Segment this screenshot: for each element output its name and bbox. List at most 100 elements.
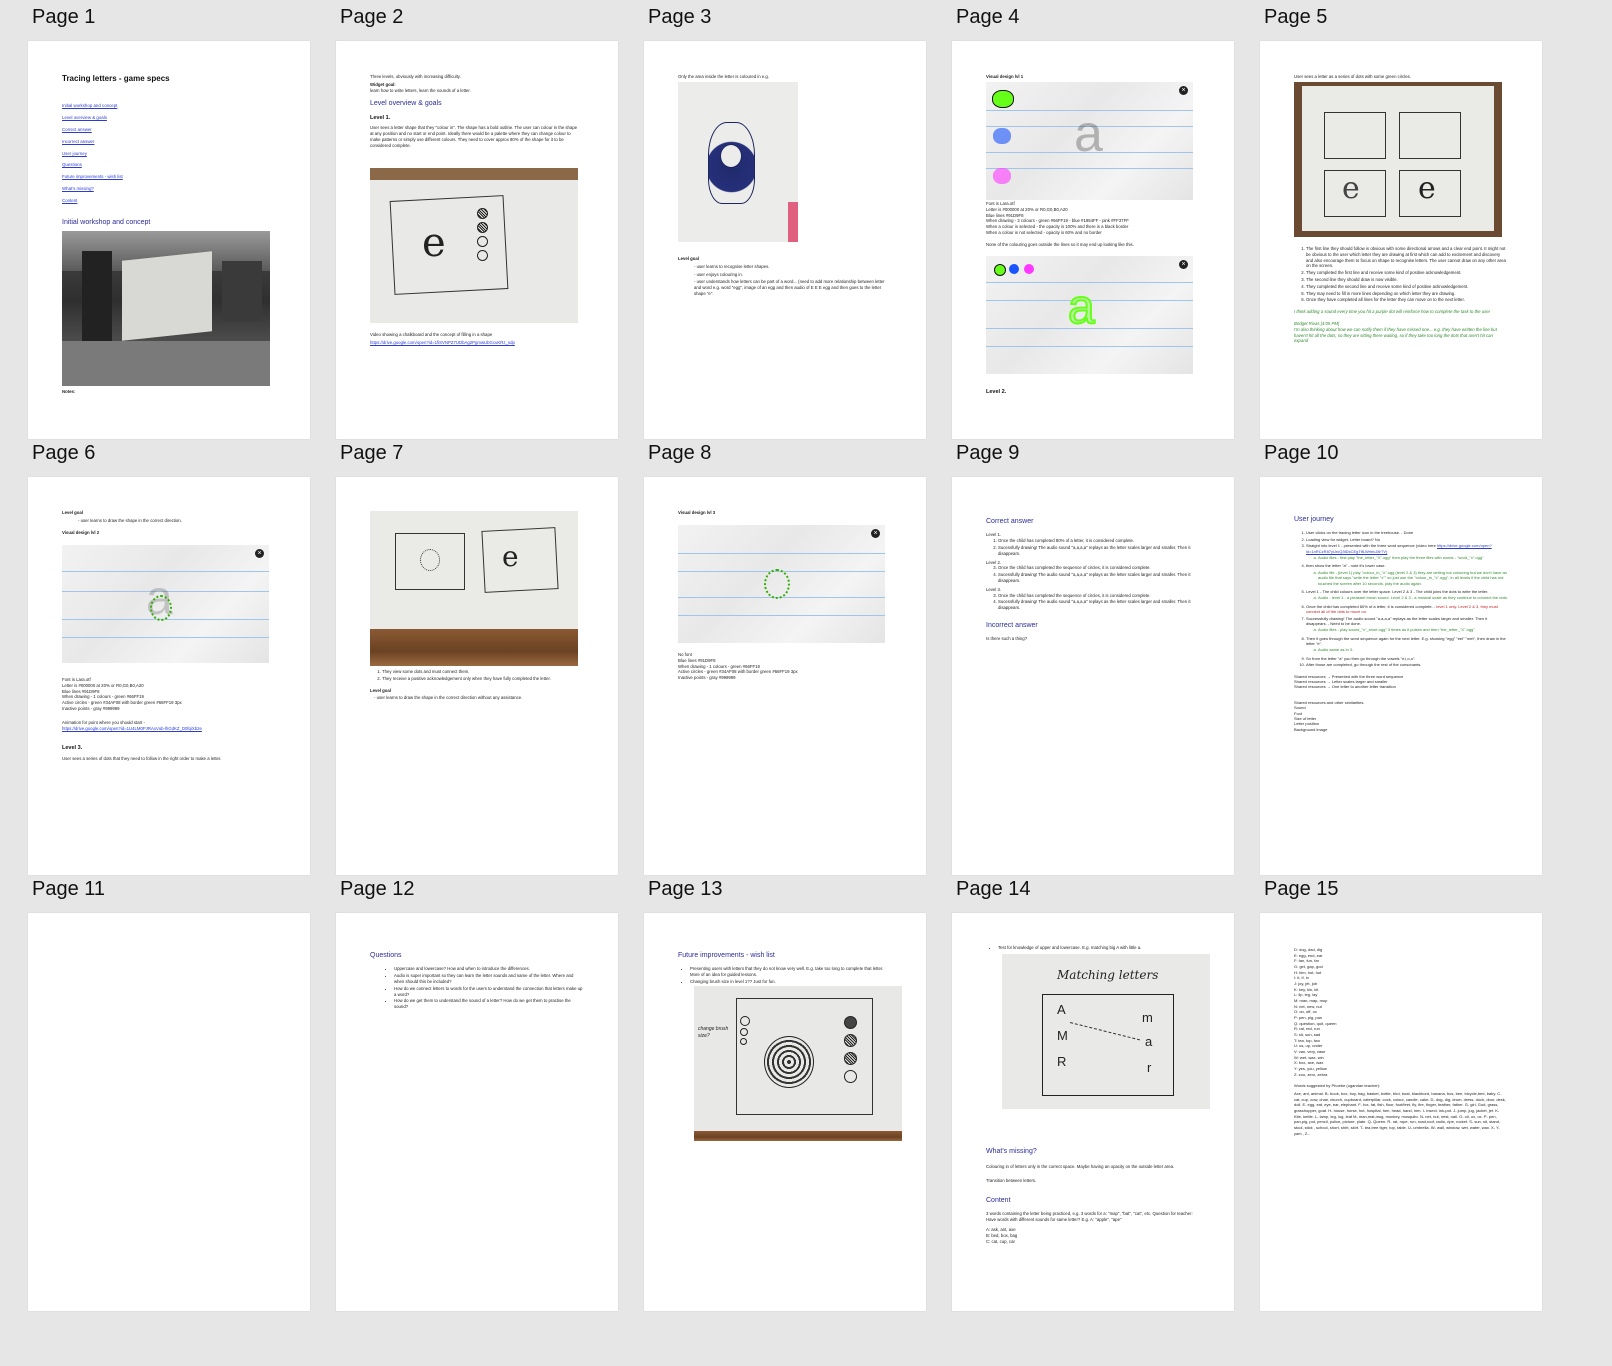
- body-text: Colouring in of letters only in the corr…: [986, 1164, 1175, 1170]
- wish-item: Test for knowledge of upper and lowercas…: [998, 945, 1200, 951]
- close-icon[interactable]: ×: [255, 549, 264, 558]
- step-item: They receive a positive acknowledgement …: [382, 676, 584, 682]
- toc-link[interactable]: Future improvements - wish list: [62, 174, 276, 180]
- blue-brush-icon[interactable]: [993, 128, 1011, 144]
- goal-item: - user enjoys colouring in.: [694, 271, 743, 277]
- page-sheet[interactable]: Test for knowledge of upper and lowercas…: [952, 913, 1234, 1311]
- dot-path: [764, 569, 790, 599]
- phoebe-word-list: Axe, ant, animal. B- book, box, boy, bag…: [1294, 1091, 1506, 1136]
- uppercase-letter: R: [1057, 1054, 1067, 1069]
- step-item: They may need to fill in more lines depe…: [1306, 291, 1508, 297]
- word-list-item: C: cat, cup, car: [986, 1238, 1015, 1244]
- page-sheet[interactable]: Only the area inside the letter is colou…: [644, 41, 926, 439]
- journey-step: User clicks on the tracing letter icon i…: [1306, 530, 1508, 535]
- page-label: Page 1: [32, 6, 96, 28]
- comment-text: I'm also thinking about how we can notif…: [1294, 326, 1497, 344]
- brush-size-sketch-photo: change brush size?: [694, 986, 902, 1141]
- close-icon[interactable]: ×: [871, 529, 880, 538]
- toc-link[interactable]: Questions: [62, 162, 276, 168]
- comment-text: I think adding a sound every time you hi…: [1294, 309, 1491, 315]
- page-sheet[interactable]: Correct answer Level 1. Once the child h…: [952, 477, 1234, 875]
- level-heading: Level 1.: [370, 114, 391, 121]
- toc-link[interactable]: Level overview & goals: [62, 115, 276, 121]
- page-sheet[interactable]: [28, 913, 310, 1311]
- goal-label: Level goal: [62, 510, 84, 515]
- page-label: Page 6: [32, 442, 96, 464]
- design-mockup-lvl3: ×: [678, 525, 885, 643]
- audio-note: Audio same as in 3.: [1318, 647, 1508, 652]
- wish-item: Presenting users with letters that they …: [690, 966, 892, 978]
- audio-note: Audio files - first play "the_letter_"X"…: [1318, 555, 1508, 560]
- body-text: User sees a series of dots that they nee…: [62, 755, 222, 761]
- section-heading: Incorrect answer: [986, 622, 1038, 629]
- section-heading: Content: [986, 1197, 1011, 1205]
- spec-line: When a colour is not selected - opacity …: [986, 229, 1102, 235]
- page-sheet[interactable]: User journey User clicks on the tracing …: [1260, 477, 1542, 875]
- goal-label: Level goal: [678, 256, 700, 261]
- page-sheet[interactable]: Questions Uppercase and lowercase? How a…: [336, 913, 618, 1311]
- toc-link[interactable]: Correct answer: [62, 127, 276, 133]
- question-item: Uppercase and lowercase? How and when to…: [394, 966, 584, 972]
- step-item: Once the child has completed 80% of a le…: [998, 538, 1200, 544]
- page-sheet[interactable]: Level goal - user learns to draw the sha…: [28, 477, 310, 875]
- step-item: Sucessfully drawing! The audio sound "a,…: [998, 545, 1200, 557]
- green-brush-icon[interactable]: [992, 90, 1014, 108]
- toc-link[interactable]: What's missing?: [62, 186, 276, 192]
- word-list: D: dog, dad, dig E: egg, end, ear F: fan, …: [1294, 947, 1508, 1077]
- notes-label: Notes:: [62, 389, 76, 394]
- journey-step: Level 1 - The child colours over the let…: [1306, 588, 1489, 594]
- journey-step: Straight into level 1 - presented with t…: [1306, 543, 1436, 549]
- page-sheet[interactable]: Visual design lvl 1 × a Font is Lara.otf…: [952, 41, 1234, 439]
- page-sheet[interactable]: D: dog, dad, dig E: egg, end, ear F: fan, …: [1260, 913, 1542, 1311]
- page-label: Page 7: [340, 442, 404, 464]
- section-heading: Future improvements - wish list: [678, 952, 775, 959]
- section-heading: Correct answer: [986, 518, 1034, 525]
- spec-line: Inactive points - gray #999999: [62, 705, 120, 711]
- step-item: They view some dots and must connect the…: [382, 669, 584, 675]
- page-label: Page 12: [340, 878, 415, 900]
- page-label: Page 3: [648, 6, 712, 28]
- wish-item: Changing brush size in level 1?? Just fo…: [690, 979, 892, 985]
- blue-colour-dot[interactable]: [1009, 264, 1019, 274]
- page-label: Page 13: [648, 878, 723, 900]
- sketch-note: change brush size?: [698, 1026, 729, 1039]
- close-icon[interactable]: ×: [1179, 86, 1188, 95]
- body-text: Three levels, obviously with increasing …: [370, 74, 461, 79]
- page-sheet[interactable]: Three levels, obviously with increasing …: [336, 41, 618, 439]
- step-item: They completed the second line and recei…: [1306, 284, 1508, 290]
- visual-design-title: Visual design lvl 3: [678, 510, 716, 515]
- page-sheet[interactable]: Future improvements - wish list Presenti…: [644, 913, 926, 1311]
- visual-design-title: Visual design lvl 2: [62, 529, 100, 535]
- question-item: How do we connect letters to words for t…: [394, 986, 584, 998]
- journey-step: After those are completed, go through th…: [1306, 662, 1508, 667]
- video-link[interactable]: https://drive.google.com/open?id=1fiSVNP…: [370, 340, 515, 345]
- page-sheet[interactable]: e They view some dots and must connect t…: [336, 477, 618, 875]
- toc-link[interactable]: Incorrect answer: [62, 139, 276, 145]
- toc-link[interactable]: Content: [62, 198, 276, 204]
- body-text: Is there such a thing?: [986, 636, 1028, 642]
- section-heading: Level overview & goals: [370, 100, 442, 108]
- body-text: 3 words containing the letter being prac…: [986, 1211, 1193, 1223]
- page-sheet[interactable]: User sees a letter as a series of dots w…: [1260, 41, 1542, 439]
- animation-link[interactable]: https://drive.google.com/open?id=1U4LM0P…: [62, 726, 202, 731]
- design-mockup-lvl2: × a: [62, 545, 269, 663]
- audio-note: Audio - level 1 - a pleasant brush sound…: [1318, 595, 1508, 600]
- lowercase-letter: r: [1147, 1060, 1152, 1075]
- coloured-letter: a: [1067, 281, 1096, 334]
- sketch-title: Matching letters: [1057, 968, 1159, 982]
- green-colour-dot[interactable]: [994, 264, 1006, 276]
- page-sheet[interactable]: Visual design lvl 3 × No font Blue lines…: [644, 477, 926, 875]
- toc-link[interactable]: Initial workshop and concept: [62, 103, 276, 109]
- audio-note: Audio files - play sound_"x"_short.ogg" …: [1318, 627, 1508, 632]
- journey-step: Successfully drawing! The audio sound "a…: [1306, 615, 1488, 626]
- pink-colour-dot[interactable]: [1024, 264, 1034, 274]
- step-item: The first line they should follow is obv…: [1306, 246, 1508, 269]
- journey-step: then show the letter "a" - note it's low…: [1306, 563, 1386, 569]
- goal-item: - user learns to recognise letter shapes…: [694, 263, 770, 269]
- page-sheet[interactable]: Tracing letters - game specs Initial wor…: [28, 41, 310, 439]
- toc-link[interactable]: User journey: [62, 151, 276, 157]
- page-label: Page 9: [956, 442, 1020, 464]
- close-icon[interactable]: ×: [1179, 260, 1188, 269]
- pink-brush-icon[interactable]: [993, 168, 1011, 184]
- page-grid: Page 1 Tracing letters - game specs Init…: [0, 0, 1612, 1366]
